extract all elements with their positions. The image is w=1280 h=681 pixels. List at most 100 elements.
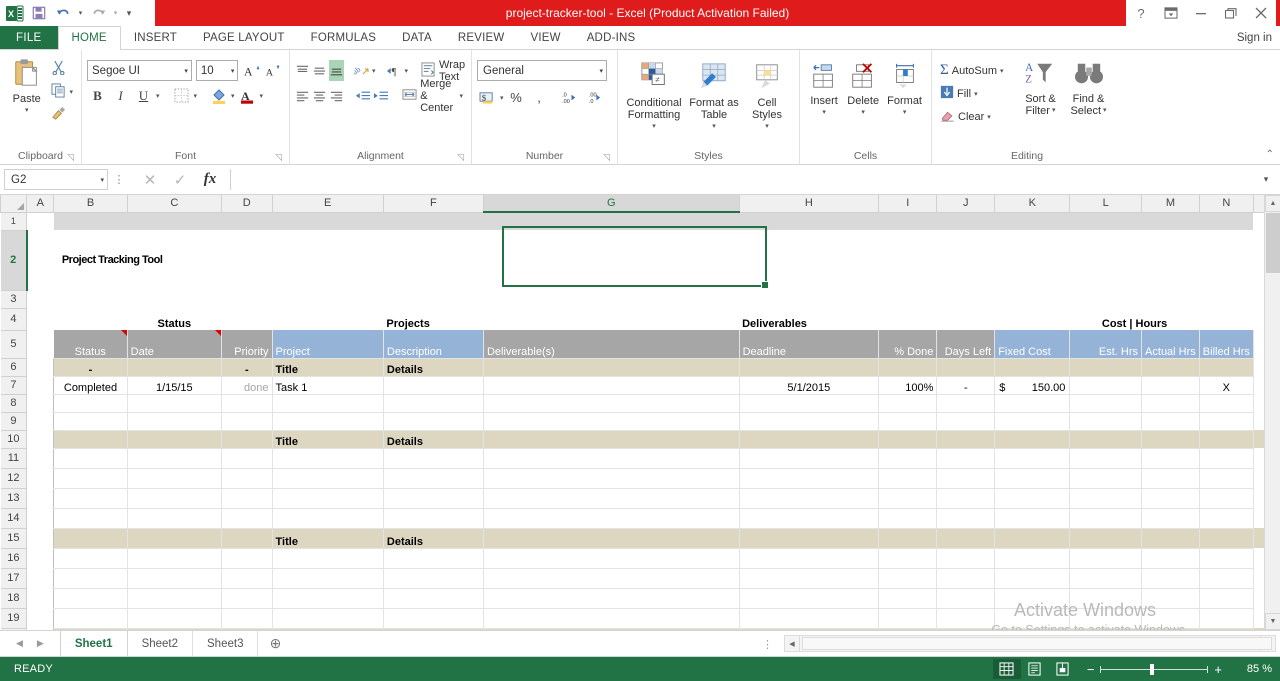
cell-j10[interactable] xyxy=(937,430,995,448)
select-all-corner[interactable] xyxy=(1,195,27,212)
sheet-row-17[interactable]: 17 xyxy=(1,568,1280,588)
sheet-row-8[interactable]: 8 xyxy=(1,394,1280,412)
cell-b16[interactable] xyxy=(54,548,127,568)
cell-b13[interactable] xyxy=(54,488,127,508)
sheet-tab-sheet3[interactable]: Sheet3 xyxy=(193,631,258,656)
tab-insert[interactable]: INSERT xyxy=(121,26,190,49)
row-header-17[interactable]: 17 xyxy=(1,568,27,588)
cell-i18[interactable] xyxy=(879,588,937,608)
insert-cells-dropdown-icon[interactable]: ▾ xyxy=(822,107,826,119)
percent-style-button[interactable]: % xyxy=(506,87,527,108)
formula-input[interactable] xyxy=(230,169,1256,190)
tab-add-ins[interactable]: ADD-INS xyxy=(574,26,649,49)
cell-n18[interactable] xyxy=(1199,588,1253,608)
cell-l6-est[interactable] xyxy=(1070,358,1142,376)
header-cell-fixed-cost[interactable]: Fixed Cost xyxy=(995,330,1070,358)
sheet-tab-sheet1[interactable]: Sheet1 xyxy=(60,631,128,656)
cell-h18[interactable] xyxy=(739,588,878,608)
tab-split-handle[interactable]: ⋮ xyxy=(762,631,773,657)
cell-k13[interactable] xyxy=(995,488,1070,508)
find-select-button[interactable]: Find & Select ▾ xyxy=(1065,58,1113,150)
cell-a13[interactable] xyxy=(27,488,54,508)
cell-h15[interactable] xyxy=(739,528,878,548)
column-header-l[interactable]: L xyxy=(1070,195,1142,212)
autosum-dropdown-icon[interactable]: ▾ xyxy=(1000,67,1004,75)
cell-m19[interactable] xyxy=(1142,608,1200,628)
cell-j7-days-left[interactable]: - xyxy=(937,376,995,394)
column-header-h[interactable]: H xyxy=(739,195,878,212)
align-center-icon[interactable] xyxy=(312,85,327,106)
cell-d10[interactable] xyxy=(222,430,273,448)
cell-g14[interactable] xyxy=(483,508,739,528)
cell-row3-rest[interactable] xyxy=(54,290,1280,308)
cell-h19[interactable] xyxy=(739,608,878,628)
row-header-15[interactable]: 15 xyxy=(1,528,27,548)
cell-a1[interactable] xyxy=(27,212,54,230)
cell-c19[interactable] xyxy=(127,608,221,628)
cell-g7-deliverables[interactable] xyxy=(483,376,739,394)
name-box-dropdown-icon[interactable]: ▾ xyxy=(100,176,104,184)
cell-j11[interactable] xyxy=(937,448,995,468)
header-cell-billed-hrs[interactable]: Billed Hrs xyxy=(1199,330,1253,358)
row-header-13[interactable]: 13 xyxy=(1,488,27,508)
cell-j14[interactable] xyxy=(937,508,995,528)
row-header-7[interactable]: 7 xyxy=(1,376,27,394)
cell-b19[interactable] xyxy=(54,608,127,628)
cell-m6-actual[interactable] xyxy=(1142,358,1200,376)
redo-icon[interactable] xyxy=(87,2,109,24)
cell-i19[interactable] xyxy=(879,608,937,628)
header-cell-status[interactable]: Status xyxy=(54,330,127,358)
cell-a16[interactable] xyxy=(27,548,54,568)
cell-h13[interactable] xyxy=(739,488,878,508)
sheet-row-13[interactable]: 13 xyxy=(1,488,1280,508)
normal-view-icon[interactable] xyxy=(993,659,1021,679)
number-dialog-launcher-icon[interactable]: ◹ xyxy=(603,151,610,164)
name-box[interactable]: G2 ▾ xyxy=(4,169,108,190)
clear-button[interactable]: Clear ▾ xyxy=(937,106,1007,127)
cell-f17[interactable] xyxy=(383,568,483,588)
tab-file[interactable]: FILE xyxy=(0,26,58,49)
horizontal-scrollbar[interactable]: ◀ ▶ xyxy=(784,635,1276,652)
cell-b18[interactable] xyxy=(54,588,127,608)
sheet-row-4[interactable]: 4 Status Projects Deliverables Cost | Ho… xyxy=(1,308,1280,330)
cell-e8[interactable] xyxy=(272,394,383,412)
merge-center-button[interactable]: Merge & Center ▾ xyxy=(399,85,466,106)
increase-indent-icon[interactable] xyxy=(373,85,389,106)
page-layout-view-icon[interactable] xyxy=(1021,659,1049,679)
cell-i17[interactable] xyxy=(879,568,937,588)
sheet-tab-bar[interactable]: ◀ ▶ Sheet1 Sheet2 Sheet3 ⊕ ⋮ ◀ ▶ xyxy=(0,631,1280,657)
column-header-b[interactable]: B xyxy=(54,195,127,212)
row-header-8[interactable]: 8 xyxy=(1,394,27,412)
cell-b12[interactable] xyxy=(54,468,127,488)
cell-b15[interactable] xyxy=(54,528,127,548)
cell-n4[interactable] xyxy=(1199,308,1253,330)
sort-filter-button[interactable]: A Z Sort & Filter ▾ xyxy=(1017,58,1065,150)
cell-a2[interactable] xyxy=(27,230,54,290)
copy-dropdown-icon[interactable]: ▾ xyxy=(69,88,73,96)
font-name-dropdown-icon[interactable]: ▾ xyxy=(184,67,188,75)
cell-c12[interactable] xyxy=(127,468,221,488)
cell-e9[interactable] xyxy=(272,412,383,430)
cell-m12[interactable] xyxy=(1142,468,1200,488)
cell-m8[interactable] xyxy=(1142,394,1200,412)
cell-n16[interactable] xyxy=(1199,548,1253,568)
cell-k9[interactable] xyxy=(995,412,1070,430)
text-direction-icon[interactable]: ¶ xyxy=(386,60,403,81)
cell-b8[interactable] xyxy=(54,394,127,412)
cell-k12[interactable] xyxy=(995,468,1070,488)
cell-i6-pct[interactable] xyxy=(879,358,937,376)
cell-j8[interactable] xyxy=(937,394,995,412)
horizontal-scroll-track[interactable] xyxy=(800,635,1260,652)
cell-e4[interactable] xyxy=(272,308,383,330)
undo-dropdown-icon[interactable]: ▾ xyxy=(76,2,85,24)
cell-j13[interactable] xyxy=(937,488,995,508)
cell-g17[interactable] xyxy=(483,568,739,588)
cell-k10[interactable] xyxy=(995,430,1070,448)
cell-a6[interactable] xyxy=(27,358,54,376)
cell-j17[interactable] xyxy=(937,568,995,588)
cell-f8[interactable] xyxy=(383,394,483,412)
ribbon-display-options-icon[interactable] xyxy=(1156,0,1186,26)
cell-c11[interactable] xyxy=(127,448,221,468)
ribbon-tabs[interactable]: FILE HOME INSERT PAGE LAYOUT FORMULAS DA… xyxy=(0,26,1280,50)
redo-dropdown-icon[interactable]: ▾ xyxy=(111,2,120,24)
